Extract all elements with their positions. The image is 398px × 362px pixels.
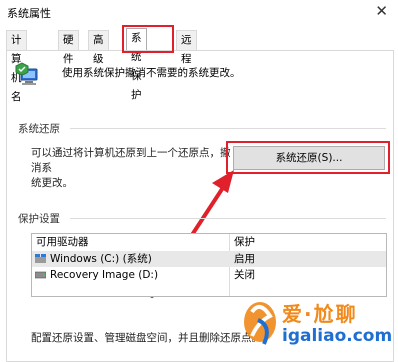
site-watermark: 爱·尬聊 igaliao.com — [238, 292, 398, 352]
drive-name: Recovery Image (D:) — [50, 269, 159, 281]
protection-status: 关闭 — [234, 269, 255, 281]
table-row[interactable]: Windows (C:) (系统) 启用 — [32, 251, 386, 267]
drive-table: 可用驱动器 保护 Windows (C:) (系统) 启用 Recovery I… — [31, 233, 387, 297]
table-row[interactable]: Recovery Image (D:) 关闭 — [32, 267, 386, 283]
configure-description: 配置还原设置、管理磁盘空间，并且删除还原点。 — [31, 332, 262, 344]
watermark-line-1: 爱·尬聊 — [282, 302, 358, 326]
column-header-protection[interactable]: 保护 — [234, 234, 255, 251]
protection-status: 启用 — [234, 253, 255, 265]
column-header-drive[interactable]: 可用驱动器 — [36, 234, 89, 251]
hard-drive-icon — [35, 271, 46, 279]
windows-drive-icon — [35, 254, 46, 263]
drive-name: Windows (C:) (系统) — [50, 253, 152, 265]
watermark-line-2: igaliao.com — [282, 326, 393, 346]
protection-settings-heading: 保护设置 — [18, 213, 60, 225]
section-divider — [70, 218, 386, 219]
